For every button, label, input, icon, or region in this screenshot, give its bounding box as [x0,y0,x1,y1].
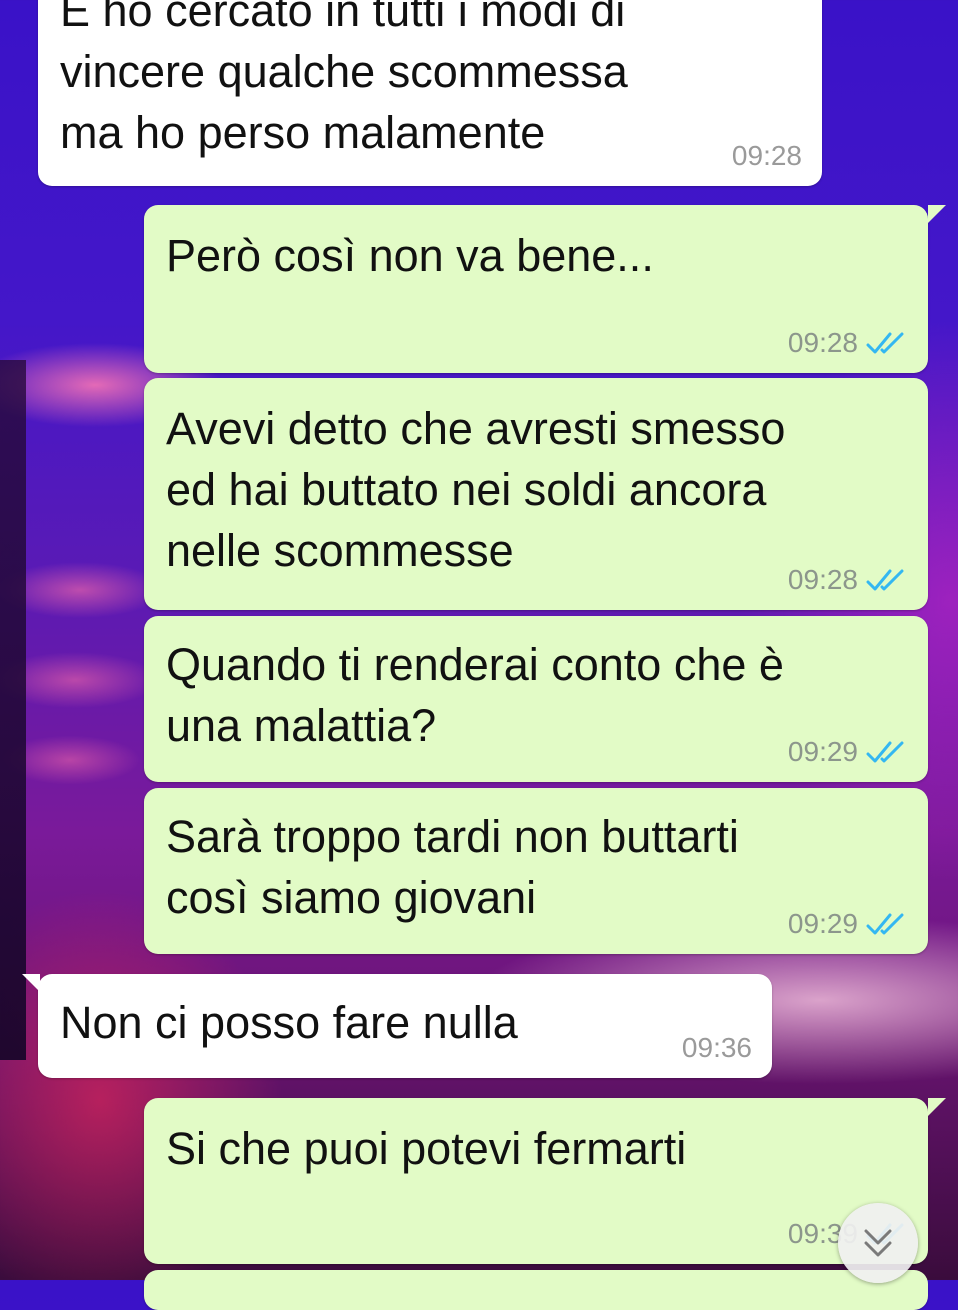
message-text: E ho cercato in tutti i modi di vincere … [60,0,628,158]
chat-message-incoming[interactable]: Non ci posso fare nulla 09:36 [22,974,772,1078]
double-check-read-icon [866,569,904,591]
chat-message-outgoing[interactable]: Sarà troppo tardi non buttarti così siam… [144,788,928,954]
double-chevron-down-icon [864,1229,892,1257]
message-time: 09:36 [681,1032,752,1063]
message-time: 09:29 [787,736,858,767]
message-text: Si che puoi potevi fermarti [166,1123,687,1174]
message-text: Avevi detto che avresti smesso ed hai bu… [166,403,786,576]
message-meta: 09:29 [788,908,908,940]
message-text: Quando ti renderai conto che è una malat… [166,639,784,751]
double-check-read-icon [866,332,904,354]
message-time: 09:28 [787,327,858,358]
background-lamp-post [0,360,26,1060]
chat-message-outgoing[interactable]: Si che puoi potevi fermarti 09:39 [144,1098,946,1264]
message-text: Sarà troppo tardi non buttarti così siam… [166,811,739,923]
double-check-read-icon [866,741,904,763]
message-time: 09:28 [787,564,858,595]
message-time: 09:29 [787,908,858,939]
chat-message-outgoing[interactable]: Avevi detto che avresti smesso ed hai bu… [144,378,928,610]
message-meta: 09:29 [788,736,908,768]
message-text: Non ci posso fare nulla [60,997,518,1048]
bubble-tail [928,205,946,223]
chat-message-outgoing[interactable] [144,1270,928,1310]
message-meta: 09:28 [788,564,908,596]
scroll-to-bottom-button[interactable] [838,1203,918,1283]
message-meta: 09:28 [788,327,908,359]
chat-message-outgoing[interactable]: Però così non va bene... 09:28 [144,205,946,373]
chat-message-incoming[interactable]: E ho cercato in tutti i modi di vincere … [38,0,822,186]
chat-message-outgoing[interactable]: Quando ti renderai conto che è una malat… [144,616,928,782]
message-meta: 09:36 [682,1032,752,1064]
bubble-tail [22,974,40,992]
message-text: Però così non va bene... [166,230,654,281]
double-check-read-icon [866,913,904,935]
message-meta: 09:28 [732,140,802,172]
bubble-tail [928,1098,946,1116]
message-time: 09:28 [731,140,802,171]
